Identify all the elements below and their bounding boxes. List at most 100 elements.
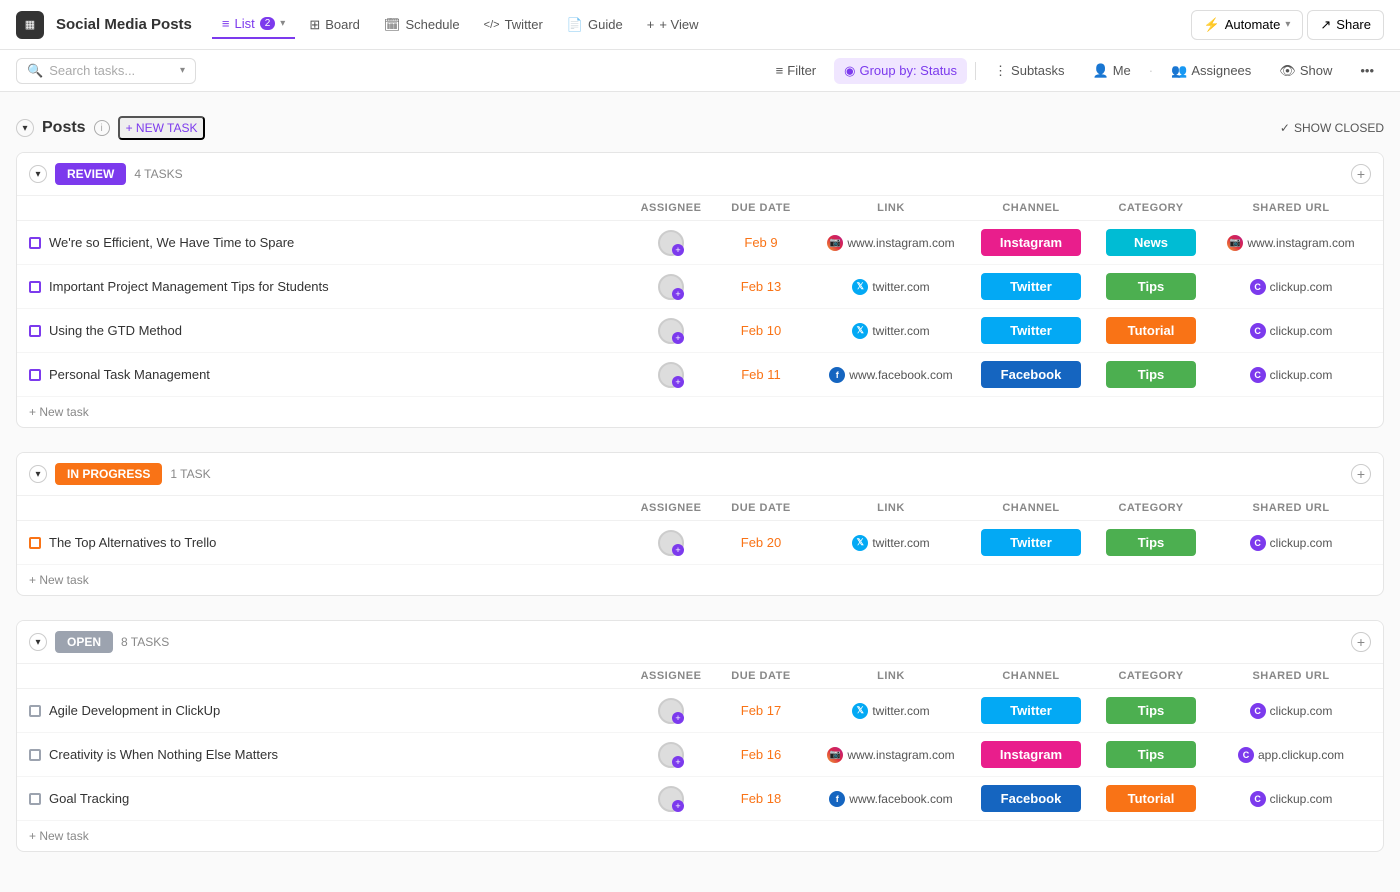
filter-label: Filter (787, 63, 816, 78)
table-row[interactable]: Creativity is When Nothing Else Matters … (17, 733, 1383, 777)
avatar (658, 230, 684, 256)
link-cell[interactable]: 𝕏 twitter.com (811, 279, 971, 295)
section-header-right: ✓ SHOW CLOSED (1280, 121, 1384, 135)
toolbar: 🔍 Search tasks... ▾ ≡ Filter ◉ Group by:… (0, 50, 1400, 92)
in-progress-collapse-icon[interactable]: ▾ (29, 465, 47, 483)
posts-header: ▾ Posts i + NEW TASK ✓ SHOW CLOSED (16, 108, 1384, 148)
task-checkbox[interactable] (29, 369, 41, 381)
task-checkbox[interactable] (29, 537, 41, 549)
search-dropdown-icon[interactable]: ▾ (180, 65, 185, 76)
task-checkbox[interactable] (29, 237, 41, 249)
task-name: Agile Development in ClickUp (29, 703, 631, 718)
shared-url-cell[interactable]: C clickup.com (1211, 323, 1371, 339)
tab-view-label: + View (659, 17, 698, 32)
assignee-cell (631, 318, 711, 344)
table-row[interactable]: Goal Tracking Feb 18 f www.facebook.com … (17, 777, 1383, 821)
tab-board[interactable]: ⊞ Board (299, 11, 370, 39)
link-cell[interactable]: 𝕏 twitter.com (811, 535, 971, 551)
link-text: www.facebook.com (849, 368, 952, 382)
open-collapse-icon[interactable]: ▾ (29, 633, 47, 651)
table-row[interactable]: We're so Efficient, We Have Time to Spar… (17, 221, 1383, 265)
shared-url-cell[interactable]: C clickup.com (1211, 279, 1371, 295)
posts-collapse-icon[interactable]: ▾ (16, 119, 34, 137)
link-cell[interactable]: f www.facebook.com (811, 791, 971, 807)
me-button[interactable]: 👤 Me (1083, 58, 1141, 84)
review-add-icon[interactable]: + (1351, 164, 1371, 184)
shared-url-cell[interactable]: C clickup.com (1211, 535, 1371, 551)
tab-schedule[interactable]: 🗓 Schedule (374, 11, 470, 39)
subtasks-button[interactable]: ⋮ Subtasks (984, 58, 1074, 84)
shared-url-cell[interactable]: C clickup.com (1211, 703, 1371, 719)
show-closed-label: SHOW CLOSED (1294, 121, 1384, 135)
col-shared-url: SHARED URL (1211, 670, 1371, 682)
assignees-button[interactable]: 👥 Assignees (1161, 58, 1261, 84)
toolbar-divider (975, 62, 976, 80)
table-row[interactable]: Important Project Management Tips for St… (17, 265, 1383, 309)
review-new-task-row[interactable]: + New task (17, 397, 1383, 427)
table-row[interactable]: Agile Development in ClickUp Feb 17 𝕏 tw… (17, 689, 1383, 733)
due-date-cell: Feb 10 (711, 323, 811, 338)
col-due-date: DUE DATE (711, 202, 811, 214)
subtasks-icon: ⋮ (994, 63, 1007, 79)
category-cell: Tips (1091, 361, 1211, 388)
search-box[interactable]: 🔍 Search tasks... ▾ (16, 58, 196, 84)
open-add-icon[interactable]: + (1351, 632, 1371, 652)
col-name (29, 202, 631, 214)
share-button[interactable]: ↗ Share (1307, 10, 1384, 40)
new-task-button[interactable]: + NEW TASK (118, 116, 206, 140)
shared-url-text: clickup.com (1270, 324, 1333, 338)
category-cell: Tips (1091, 741, 1211, 768)
link-cell[interactable]: 𝕏 twitter.com (811, 703, 971, 719)
main-content: ▾ Posts i + NEW TASK ✓ SHOW CLOSED ▾ REV… (0, 92, 1400, 892)
link-cell[interactable]: 𝕏 twitter.com (811, 323, 971, 339)
link-cell[interactable]: f www.facebook.com (811, 367, 971, 383)
task-checkbox[interactable] (29, 325, 41, 337)
category-badge: News (1106, 229, 1196, 256)
group-by-button[interactable]: ◉ Group by: Status (834, 58, 967, 84)
task-checkbox[interactable] (29, 281, 41, 293)
more-button[interactable]: ••• (1350, 58, 1384, 83)
col-category: CATEGORY (1091, 670, 1211, 682)
channel-cell: Instagram (971, 229, 1091, 256)
table-row[interactable]: Using the GTD Method Feb 10 𝕏 twitter.co… (17, 309, 1383, 353)
table-row[interactable]: The Top Alternatives to Trello Feb 20 𝕏 … (17, 521, 1383, 565)
col-link: LINK (811, 202, 971, 214)
show-button[interactable]: 👁 Show (1269, 58, 1342, 84)
list-icon: ≡ (222, 16, 230, 31)
task-checkbox[interactable] (29, 793, 41, 805)
open-new-task-row[interactable]: + New task (17, 821, 1383, 851)
automate-button[interactable]: ⚡ Automate ▾ (1191, 10, 1304, 40)
link-cell[interactable]: 📷 www.instagram.com (811, 235, 971, 251)
shared-url-cell[interactable]: C app.clickup.com (1211, 747, 1371, 763)
clickup-shared-icon: C (1250, 279, 1266, 295)
subtasks-label: Subtasks (1011, 63, 1064, 78)
link-cell[interactable]: 📷 www.instagram.com (811, 747, 971, 763)
col-name (29, 670, 631, 682)
tab-guide[interactable]: 📄 Guide (557, 11, 633, 39)
chevron-down-icon[interactable]: ▾ (280, 18, 285, 29)
filter-button[interactable]: ≡ Filter (766, 58, 826, 83)
show-label: Show (1300, 63, 1333, 78)
shared-url-cell[interactable]: C clickup.com (1211, 367, 1371, 383)
in-progress-add-icon[interactable]: + (1351, 464, 1371, 484)
task-checkbox[interactable] (29, 705, 41, 717)
channel-badge: Facebook (981, 785, 1081, 812)
task-name: Important Project Management Tips for St… (29, 279, 631, 294)
col-due-date: DUE DATE (711, 502, 811, 514)
assignee-cell (631, 274, 711, 300)
show-closed-button[interactable]: ✓ SHOW CLOSED (1280, 121, 1384, 135)
link-text: twitter.com (872, 324, 929, 338)
tab-twitter[interactable]: </> Twitter (474, 11, 553, 38)
tab-view[interactable]: + + View (637, 11, 709, 38)
list-badge: 2 (260, 17, 276, 30)
shared-url-cell[interactable]: C clickup.com (1211, 791, 1371, 807)
channel-cell: Instagram (971, 741, 1091, 768)
channel-cell: Twitter (971, 697, 1091, 724)
task-checkbox[interactable] (29, 749, 41, 761)
in-progress-new-task-row[interactable]: + New task (17, 565, 1383, 595)
review-collapse-icon[interactable]: ▾ (29, 165, 47, 183)
table-row[interactable]: Personal Task Management Feb 11 f www.fa… (17, 353, 1383, 397)
shared-url-cell[interactable]: 📷 www.instagram.com (1211, 235, 1371, 251)
tab-list-label[interactable]: List (234, 16, 254, 31)
posts-info-icon[interactable]: i (94, 120, 110, 136)
